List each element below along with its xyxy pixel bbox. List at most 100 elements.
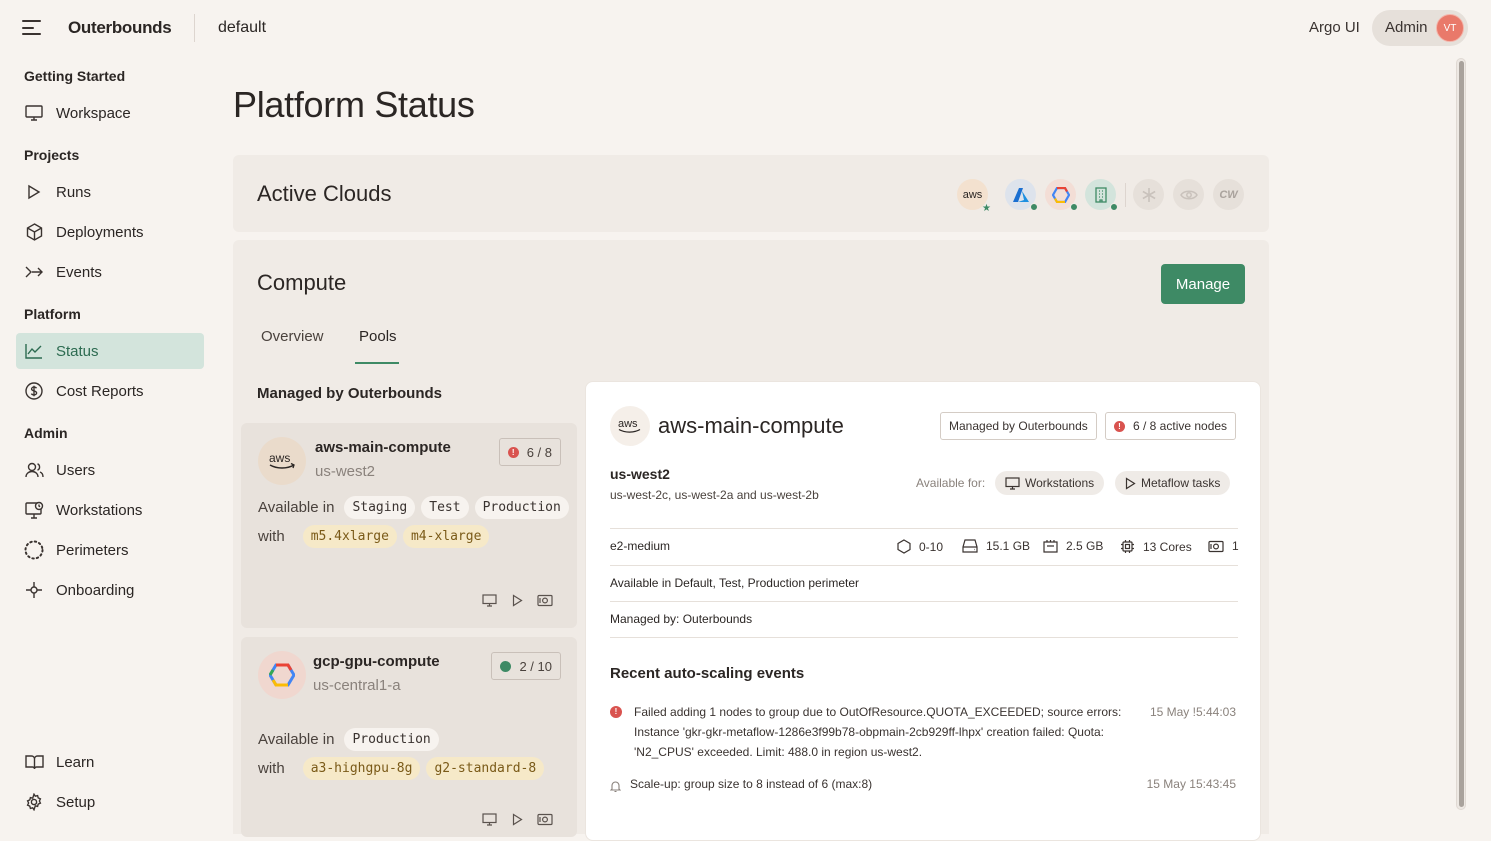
spec-cpu: 13 Cores xyxy=(1120,539,1192,554)
spec-nodes-value: 0-10 xyxy=(919,539,944,554)
dollar-icon xyxy=(24,381,44,401)
sidebar-item-users[interactable]: Users xyxy=(16,452,204,488)
error-icon: ! xyxy=(507,446,519,458)
project-selector[interactable]: default xyxy=(218,19,266,37)
sidebar-item-status[interactable]: Status xyxy=(16,333,204,369)
ok-status-icon xyxy=(500,660,512,672)
pool-name: aws-main-compute xyxy=(315,439,451,456)
book-icon xyxy=(24,752,44,772)
divider xyxy=(610,528,1238,529)
pool-nodes-count: 2 / 10 xyxy=(519,658,552,674)
nvidia-cloud-icon[interactable] xyxy=(1173,179,1204,210)
disk-icon xyxy=(962,539,978,553)
manage-button[interactable]: Manage xyxy=(1161,264,1245,304)
gear-icon xyxy=(24,792,44,812)
pool-nodes-badge: 2 / 10 xyxy=(491,652,561,680)
argo-ui-link[interactable]: Argo UI xyxy=(1309,19,1360,36)
snowflake-cloud-icon[interactable] xyxy=(1133,179,1164,210)
event-time: 15 May 15:43:45 xyxy=(1146,777,1236,791)
divider xyxy=(610,637,1238,638)
brand-logo[interactable]: Outerbounds xyxy=(68,18,172,38)
perimeter-chip: Staging xyxy=(344,496,416,519)
sidebar-item-workspace[interactable]: Workspace xyxy=(16,95,204,131)
sidebar-item-events[interactable]: Events xyxy=(16,254,204,290)
aws-cloud-label: aws xyxy=(962,188,983,201)
pool-nodes-badge: ! 6 / 8 xyxy=(498,438,561,466)
star-icon: ★ xyxy=(982,203,991,214)
pool-card-aws-main-compute[interactable]: aws aws-main-compute us-west2 ! 6 / 8 Av… xyxy=(241,423,577,628)
sidebar-item-label: Users xyxy=(56,461,96,479)
sidebar-item-onboarding[interactable]: Onboarding xyxy=(16,572,204,608)
sidebar-item-workstations[interactable]: Workstations xyxy=(16,492,204,528)
sidebar-item-label: Events xyxy=(56,263,102,281)
sidebar: Getting Started Workspace Projects Runs … xyxy=(0,56,220,834)
sidebar-item-runs[interactable]: Runs xyxy=(16,174,204,210)
divider xyxy=(610,565,1238,566)
package-icon xyxy=(24,222,44,242)
menu-icon[interactable] xyxy=(22,20,41,35)
instance-chip: m4-xlarge xyxy=(402,525,490,548)
tab-overview[interactable]: Overview xyxy=(261,328,324,345)
active-clouds-card: Active Clouds aws ★ CW xyxy=(233,155,1269,232)
status-dot xyxy=(1110,203,1118,211)
sidebar-item-learn[interactable]: Learn xyxy=(16,744,204,780)
detail-region: us-west2 xyxy=(610,466,670,482)
gpu-icon xyxy=(537,811,553,827)
perimeter-chip: Production xyxy=(344,728,439,751)
pool-available-row: Available in Staging Test Production xyxy=(258,496,569,519)
cloud-divider xyxy=(1125,183,1126,207)
sidebar-item-label: Learn xyxy=(56,753,95,771)
active-nodes-badge: ! 6 / 8 active nodes xyxy=(1105,412,1237,440)
tab-underline xyxy=(355,362,399,364)
scrollbar-thumb[interactable] xyxy=(1459,61,1464,807)
azure-cloud-icon[interactable] xyxy=(1005,179,1038,211)
status-dot xyxy=(1070,203,1078,211)
tab-pools[interactable]: Pools xyxy=(359,328,397,345)
error-icon: ! xyxy=(610,706,622,718)
coreweave-label: CW xyxy=(1219,188,1238,201)
coreweave-cloud-icon[interactable]: CW xyxy=(1213,179,1244,210)
pool-instances-row: with m5.4xlarge m4-xlarge xyxy=(258,525,490,548)
gcp-cloud-icon[interactable] xyxy=(1045,179,1078,211)
gpu-icon xyxy=(537,592,553,608)
event-text-line: Failed adding 1 nodes to group due to Ou… xyxy=(634,705,1122,719)
aws-cloud-icon[interactable]: aws ★ xyxy=(957,179,991,214)
sidebar-item-label: Setup xyxy=(56,793,96,811)
play-icon xyxy=(1125,476,1136,490)
pool-capabilities xyxy=(481,811,553,827)
sidebar-item-cost-reports[interactable]: Cost Reports xyxy=(16,373,204,409)
top-bar: Outerbounds default Argo UI Admin VT xyxy=(0,0,1491,56)
sidebar-item-label: Workstations xyxy=(56,501,143,519)
sidebar-section-getting-started: Getting Started xyxy=(24,68,126,84)
pool-region: us-west2 xyxy=(315,463,376,480)
instance-chip: a3-highgpu-8g xyxy=(302,757,421,780)
workstation-icon xyxy=(481,811,497,827)
managed-heading: Managed by Outerbounds xyxy=(257,385,443,402)
header-divider xyxy=(194,14,195,42)
with-label: with xyxy=(258,760,285,777)
sidebar-item-label: Cost Reports xyxy=(56,382,144,400)
sidebar-section-platform: Platform xyxy=(24,306,81,322)
pool-detail-panel: aws aws-main-compute Managed by Outerbou… xyxy=(585,381,1261,841)
spec-disk-value: 15.1 GB xyxy=(986,539,1031,553)
event-text-line: Instance 'gkr-gkr-metaflow-1286e3f99b78-… xyxy=(634,725,1104,739)
managed-by-line: Managed by: Outerbounds xyxy=(610,612,753,626)
pill-label: Metaflow tasks xyxy=(1141,476,1221,490)
play-icon xyxy=(24,182,44,202)
instance-chip: g2-standard-8 xyxy=(426,757,545,780)
user-menu-button[interactable]: Admin VT xyxy=(1372,10,1468,46)
sidebar-item-label: Perimeters xyxy=(56,541,129,559)
page-scrollbar[interactable] xyxy=(1456,58,1466,810)
sidebar-item-deployments[interactable]: Deployments xyxy=(16,214,204,250)
pool-card-gcp-gpu-compute[interactable]: gcp-gpu-compute us-central1-a 2 / 10 Ava… xyxy=(241,637,577,837)
pool-capabilities xyxy=(481,592,553,608)
sidebar-item-setup[interactable]: Setup xyxy=(16,784,204,820)
available-for-label: Available for: xyxy=(916,476,986,490)
sidebar-item-perimeters[interactable]: Perimeters xyxy=(16,532,204,568)
on-prem-cloud-icon[interactable] xyxy=(1085,179,1118,211)
perimeter-chip: Test xyxy=(421,496,469,519)
user-role-label: Admin xyxy=(1385,19,1428,36)
pool-available-row: Available in Production xyxy=(258,728,439,751)
detail-zones: us-west-2c, us-west-2a and us-west-2b xyxy=(610,488,819,502)
dotted-circle-icon xyxy=(24,540,44,560)
